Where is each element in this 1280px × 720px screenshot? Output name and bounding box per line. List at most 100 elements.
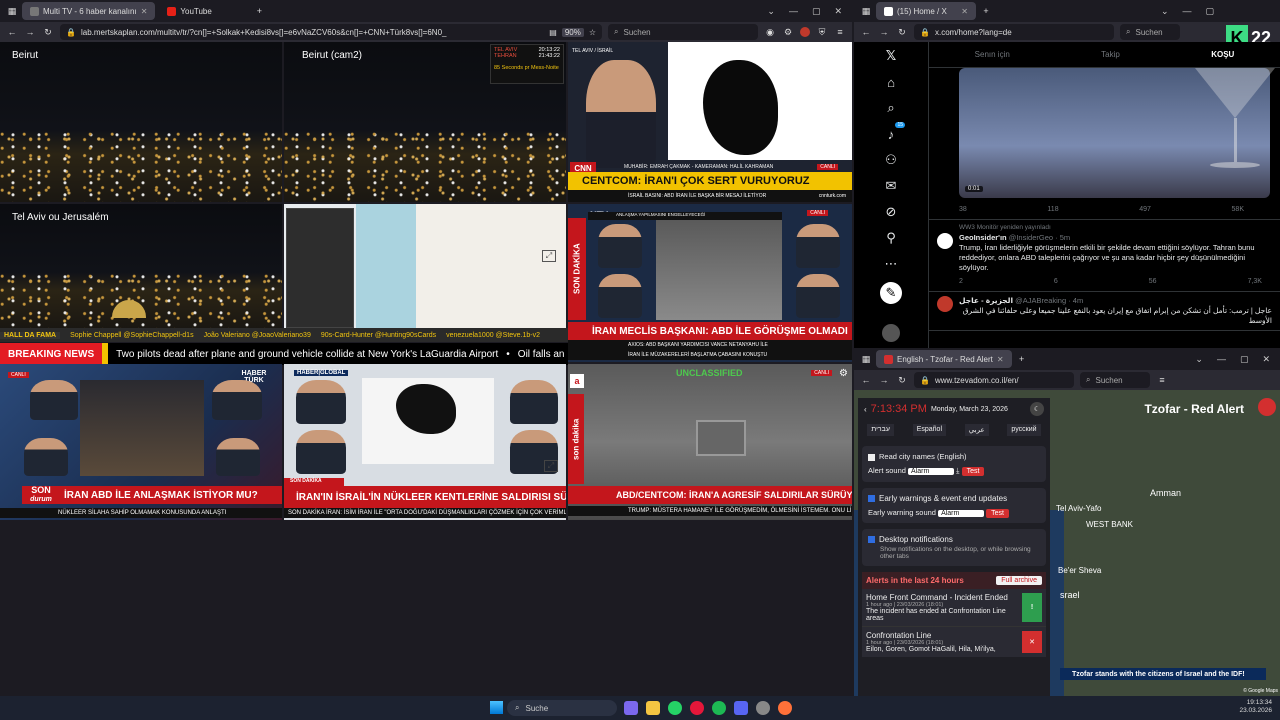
alert-sound-select[interactable]: Alarm bbox=[908, 468, 955, 475]
stream-cnn-turk[interactable]: TEL AVIV / İSRAİL MUHABİR: EMRAH ÇAKMAK … bbox=[568, 42, 852, 202]
tab-overview-icon[interactable]: ▦ bbox=[6, 5, 18, 17]
tab-following[interactable]: Takip bbox=[1101, 50, 1120, 59]
early-sound-select[interactable]: Alarm bbox=[938, 510, 985, 517]
alert-item[interactable]: Home Front Command - Incident Ended 1 ho… bbox=[862, 589, 1046, 627]
stream-beirut-cam2[interactable]: Beirut (cam2) TEL AVIV 20:13:22 TEHRAN 21:… bbox=[284, 42, 566, 202]
tab-x-home[interactable]: (15) Home / X ✕ bbox=[876, 2, 976, 20]
tab-list-icon[interactable]: ⌄ bbox=[1195, 354, 1203, 365]
zoom-badge[interactable]: 90% bbox=[561, 27, 584, 37]
like-count[interactable]: 497 bbox=[1139, 206, 1151, 213]
stream-ntv[interactable]: NTV ANLAŞMA YAPILMASINI ENGELLEYECEĞİ CA… bbox=[568, 204, 852, 362]
url-bar[interactable]: 🔒 www.tzevadom.co.il/en/ bbox=[914, 372, 1074, 388]
stream-tel-aviv-jerusalem[interactable]: Tel Aviv ou Jerusalém bbox=[0, 204, 282, 328]
settings-icon[interactable]: ⚙ bbox=[839, 368, 848, 379]
discord-icon[interactable] bbox=[734, 701, 748, 715]
tab-youtube[interactable]: YouTube bbox=[159, 2, 249, 20]
test-button[interactable]: Test bbox=[986, 509, 1009, 518]
notifications-icon[interactable]: ♪ 15 bbox=[883, 122, 905, 142]
retweet-count[interactable]: 118 bbox=[1047, 206, 1058, 213]
search-input[interactable]: ⌕ Suchen bbox=[608, 24, 758, 40]
expand-icon[interactable]: ⤢ bbox=[544, 460, 558, 472]
retweet-count[interactable]: 6 bbox=[1054, 277, 1058, 286]
new-tab-icon[interactable]: + bbox=[253, 5, 265, 17]
copilot-icon[interactable] bbox=[624, 701, 638, 715]
maximize-icon[interactable]: ▢ bbox=[1205, 6, 1214, 17]
system-clock[interactable]: 19:13:34 23.03.2026 bbox=[1239, 699, 1272, 716]
close-tab-icon[interactable]: ✕ bbox=[141, 7, 148, 16]
upload-icon[interactable]: ⤓ bbox=[956, 466, 959, 475]
forward-icon[interactable]: → bbox=[878, 374, 890, 386]
minimize-icon[interactable]: — bbox=[1182, 6, 1191, 17]
menu-icon[interactable]: ≡ bbox=[1156, 374, 1168, 386]
start-icon[interactable] bbox=[490, 701, 503, 714]
post-button[interactable]: ✎ bbox=[880, 282, 902, 304]
url-bar[interactable]: 🔒 x.com/home?lang=de bbox=[914, 24, 1114, 40]
explore-icon[interactable]: ⌕ bbox=[883, 100, 899, 116]
theme-toggle-icon[interactable]: ☾ bbox=[1030, 402, 1044, 416]
minimize-icon[interactable]: — bbox=[1217, 354, 1226, 365]
stream-haberturk[interactable]: HABER TÜRK CANLI SON durum İRAN ABD İLE … bbox=[0, 364, 282, 520]
maximize-icon[interactable]: ▢ bbox=[1240, 354, 1249, 365]
extensions-icon[interactable]: ⚙ bbox=[782, 26, 794, 38]
profile-icon[interactable]: ⚲ bbox=[883, 230, 899, 246]
forward-icon[interactable]: → bbox=[878, 26, 890, 38]
reload-icon[interactable]: ↻ bbox=[896, 374, 908, 386]
search-input[interactable]: ⌕ Suchen bbox=[1120, 24, 1180, 40]
reply-count[interactable]: 38 bbox=[959, 206, 967, 213]
firefox-icon[interactable] bbox=[778, 701, 792, 715]
reader-icon[interactable]: ▤ bbox=[549, 28, 557, 37]
account-icon[interactable]: ◉ bbox=[764, 26, 776, 38]
close-tab-icon[interactable]: ✕ bbox=[961, 7, 968, 16]
stream-haberglobal[interactable]: HABER|GLOBAL SON DAKİKA İRAN'IN İSRAİL'İ… bbox=[284, 364, 566, 520]
reload-icon[interactable]: ↻ bbox=[896, 26, 908, 38]
back-icon[interactable]: ← bbox=[6, 26, 18, 38]
stream-map-app[interactable]: ⤢ bbox=[284, 204, 566, 328]
opera-icon[interactable] bbox=[690, 701, 704, 715]
taskbar-search[interactable]: ⌕ Suche bbox=[507, 700, 617, 716]
full-archive-button[interactable]: Full archive bbox=[996, 576, 1042, 585]
like-count[interactable]: 56 bbox=[1149, 277, 1157, 286]
tab-kosu[interactable]: KOŞU bbox=[1211, 50, 1234, 59]
stream-beirut[interactable]: Beirut bbox=[0, 42, 282, 202]
file-explorer-icon[interactable] bbox=[646, 701, 660, 715]
back-icon[interactable]: ← bbox=[860, 374, 872, 386]
grok-icon[interactable]: ⊘ bbox=[883, 204, 899, 220]
test-button[interactable]: Test bbox=[961, 467, 985, 476]
messages-icon[interactable]: ✉ bbox=[883, 178, 899, 194]
tab-for-you[interactable]: Senın için bbox=[975, 50, 1010, 59]
lang-hebrew[interactable]: עברית bbox=[867, 424, 894, 436]
back-icon[interactable]: ← bbox=[860, 26, 872, 38]
home-icon[interactable]: ⌂ bbox=[883, 74, 899, 90]
tweet[interactable]: WW3 Monitör yeniden yayınladı GeoInsider… bbox=[929, 220, 1280, 292]
collapse-icon[interactable]: ‹ bbox=[864, 405, 867, 414]
new-tab-icon[interactable]: + bbox=[980, 5, 992, 17]
maximize-icon[interactable]: ▢ bbox=[812, 6, 821, 17]
bookmark-star-icon[interactable]: ☆ bbox=[589, 28, 596, 37]
chrome-icon[interactable] bbox=[756, 701, 770, 715]
view-count[interactable]: 58K bbox=[1232, 206, 1244, 213]
whatsapp-icon[interactable] bbox=[668, 701, 682, 715]
adblock-extension-icon[interactable] bbox=[800, 27, 810, 37]
forward-icon[interactable]: → bbox=[24, 26, 36, 38]
close-window-icon[interactable]: ✕ bbox=[834, 6, 842, 17]
reload-icon[interactable]: ↻ bbox=[42, 26, 54, 38]
early-warning-checkbox[interactable] bbox=[868, 495, 875, 503]
menu-icon[interactable]: ≡ bbox=[834, 26, 846, 38]
reply-count[interactable]: 2 bbox=[959, 277, 963, 286]
close-window-icon[interactable]: ✕ bbox=[1262, 354, 1270, 365]
read-city-checkbox[interactable] bbox=[868, 453, 875, 461]
tab-multitv[interactable]: Multi TV - 6 haber kanalını ✕ bbox=[22, 2, 156, 20]
tweet[interactable]: الجزيرة - عاجل @AJABreaking · 4m عاجل | … bbox=[929, 292, 1280, 332]
new-tab-icon[interactable]: + bbox=[1016, 353, 1028, 365]
more-icon[interactable]: ⋯ bbox=[883, 256, 899, 272]
url-bar[interactable]: 🔒 lab.mertskaplan.com/multitv/tr/?cn[]=+… bbox=[60, 24, 602, 40]
follow-icon[interactable]: ⚇ bbox=[883, 152, 899, 168]
avatar[interactable] bbox=[882, 324, 900, 342]
desktop-checkbox[interactable] bbox=[868, 536, 875, 544]
expand-icon[interactable]: ⤢ bbox=[542, 250, 556, 262]
lang-russian[interactable]: русский bbox=[1007, 424, 1041, 436]
minimize-icon[interactable]: — bbox=[789, 6, 798, 17]
close-tab-icon[interactable]: ✕ bbox=[997, 355, 1004, 364]
tab-overview-icon[interactable]: ▦ bbox=[860, 353, 872, 365]
tab-list-icon[interactable]: ⌄ bbox=[767, 6, 775, 17]
